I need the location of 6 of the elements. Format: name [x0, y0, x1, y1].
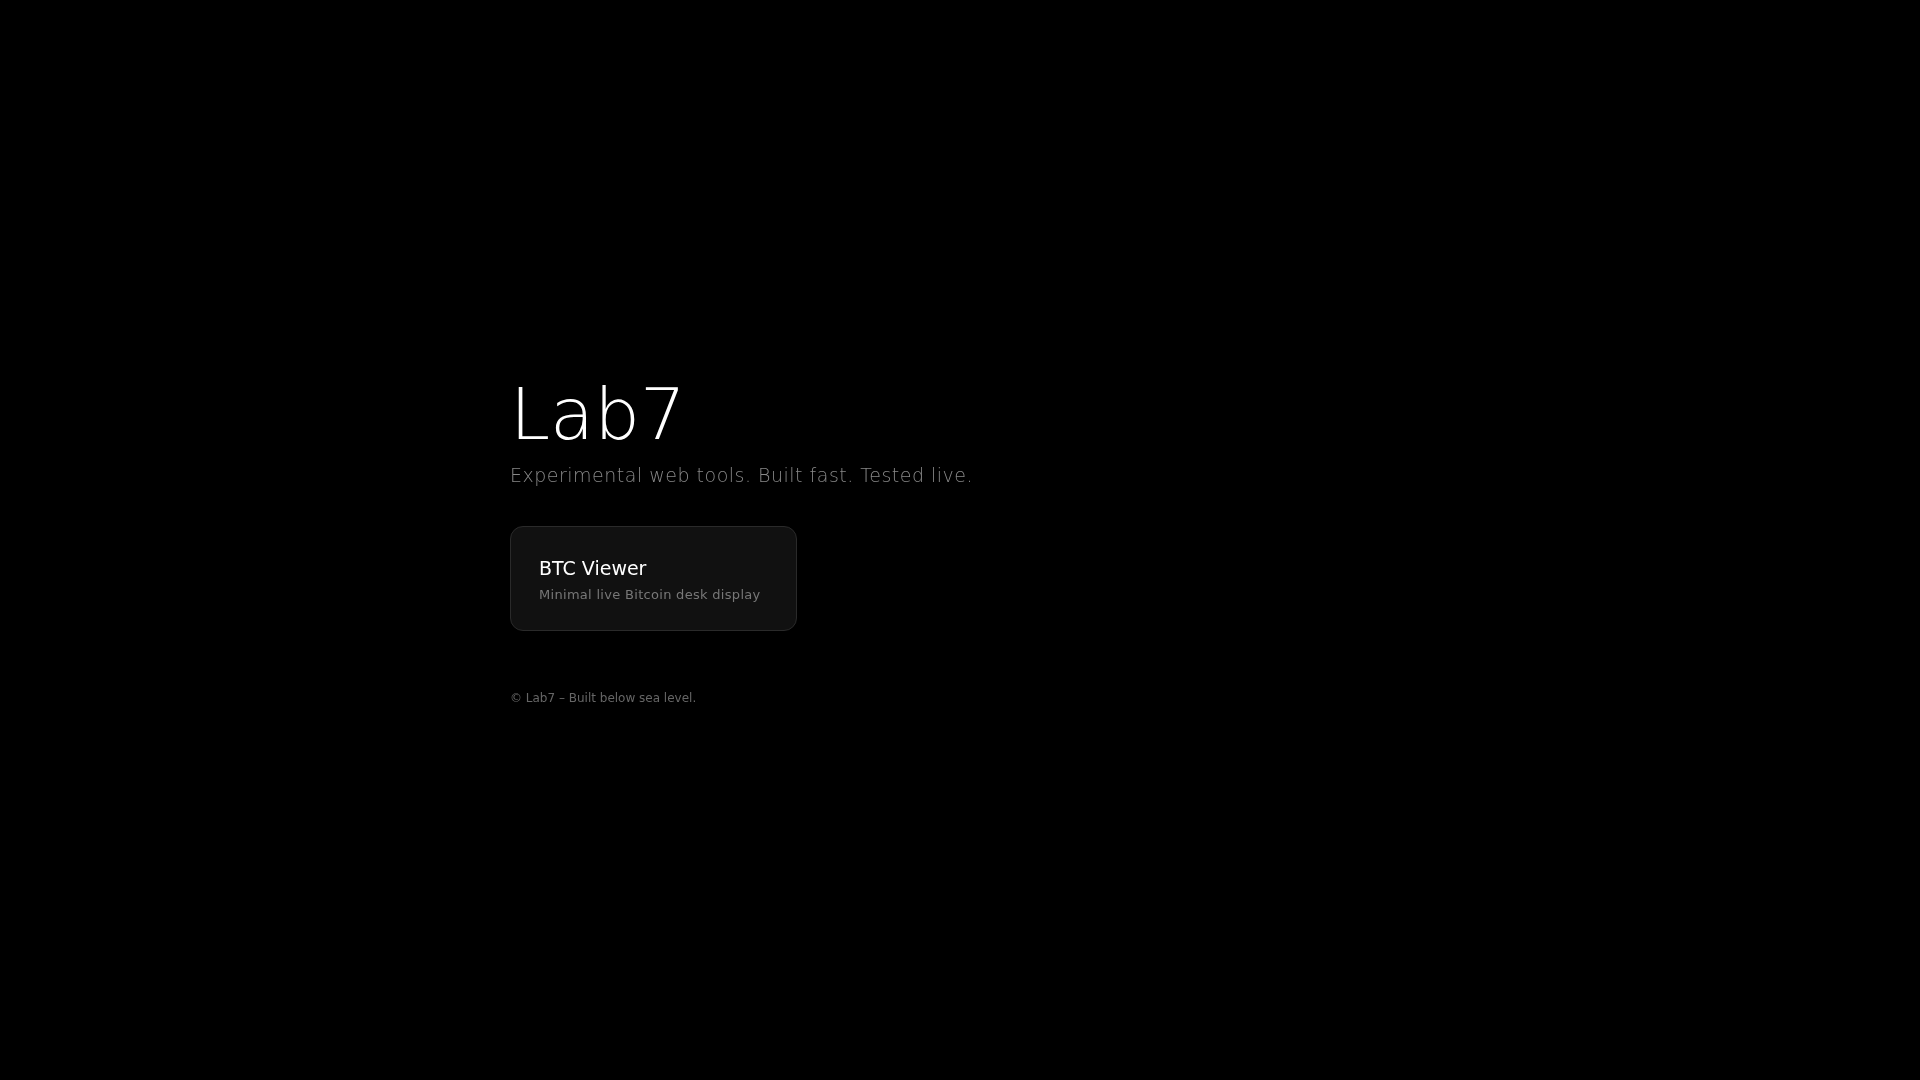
project-title: BTC Viewer [539, 557, 648, 580]
project-description: Minimal live Bitcoin desk display [539, 587, 762, 603]
footer-text: © Lab7 – Built below sea level. [510, 691, 698, 706]
site-title: Lab7 [510, 374, 687, 455]
tagline: Experimental web tools. Built fast. Tested live. [510, 464, 975, 487]
project-card[interactable]: BTC Viewer Minimal live Bitcoin desk display [510, 526, 797, 632]
